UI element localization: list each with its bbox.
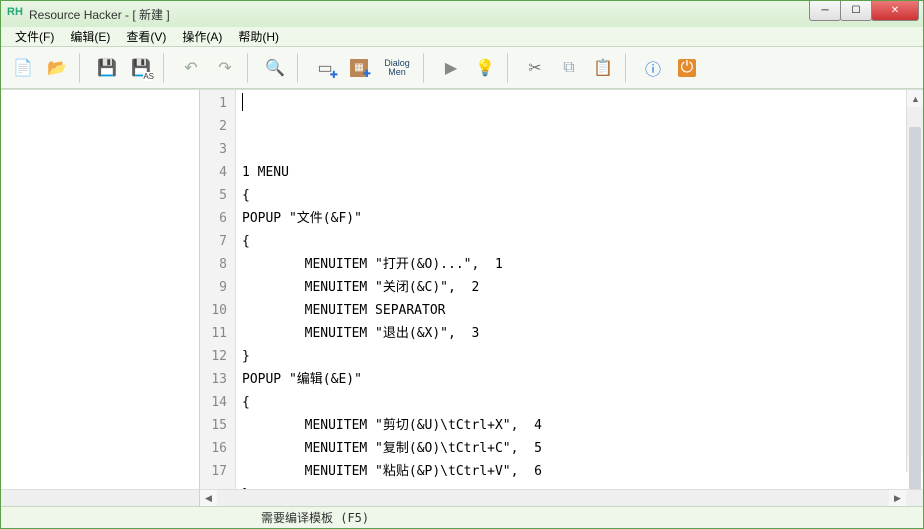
- floppy-as-icon: 💾AS: [130, 57, 152, 79]
- separator-icon: [247, 53, 255, 83]
- bulb-icon: 💡: [474, 57, 496, 79]
- toolbar-find[interactable]: 🔍: [259, 52, 291, 84]
- menu-view[interactable]: 查看(V): [118, 26, 174, 47]
- code-line[interactable]: MENUITEM "打开(&O)...", 1: [242, 253, 917, 276]
- toolbar-tip[interactable]: 💡: [469, 52, 501, 84]
- code-line[interactable]: {: [242, 391, 917, 414]
- copy-icon: ⧉: [558, 57, 580, 79]
- menu-bar: 文件(F) 编辑(E) 查看(V) 操作(A) 帮助(H): [1, 27, 923, 47]
- minimize-button[interactable]: ─: [809, 1, 841, 21]
- toolbar-play[interactable]: ▶: [435, 52, 467, 84]
- file-icon: 📄: [12, 57, 34, 79]
- status-text: 需要编译模板 (F5): [261, 509, 369, 526]
- horizontal-scrollbar-row: ◀ ▶: [1, 489, 923, 506]
- separator-icon: [297, 53, 305, 83]
- floppy-icon: 💾: [96, 57, 118, 79]
- code-line[interactable]: }: [242, 345, 917, 368]
- toolbar-dialog-menu[interactable]: Dialog Men: [377, 52, 417, 84]
- toolbar-save-as[interactable]: 💾AS: [125, 52, 157, 84]
- separator-icon: [507, 53, 515, 83]
- info-icon: ⓘ: [642, 57, 664, 79]
- code-line[interactable]: 1 MENU: [242, 161, 917, 184]
- menu-file[interactable]: 文件(F): [7, 26, 62, 47]
- scrollbar-spacer: [1, 490, 200, 506]
- scroll-left-icon[interactable]: ◀: [200, 490, 217, 507]
- scissors-icon: ✂: [524, 57, 546, 79]
- window-controls: ─ ☐ ✕: [810, 1, 919, 21]
- toolbar-copy[interactable]: ⧉: [553, 52, 585, 84]
- add-bin-icon: ▦✚: [350, 59, 368, 77]
- toolbar-info[interactable]: ⓘ: [637, 52, 669, 84]
- code-line[interactable]: {: [242, 184, 917, 207]
- separator-icon: [423, 53, 431, 83]
- separator-icon: [163, 53, 171, 83]
- code-line[interactable]: MENUITEM "退出(&X)", 3: [242, 322, 917, 345]
- maximize-button[interactable]: ☐: [840, 1, 872, 21]
- toolbar-save[interactable]: 💾: [91, 52, 123, 84]
- toolbar: 📄 📂 💾 💾AS ↶ ↷ 🔍 ▭✚ ▦✚ Dialog Men ▶ 💡 ✂ ⧉…: [1, 47, 923, 89]
- app-icon: RH: [7, 6, 23, 22]
- close-button[interactable]: ✕: [871, 1, 919, 21]
- redo-icon: ↷: [214, 57, 236, 79]
- toolbar-paste[interactable]: 📋: [587, 52, 619, 84]
- add-doc-icon: ▭✚: [314, 57, 336, 79]
- code-line[interactable]: MENUITEM SEPARATOR: [242, 299, 917, 322]
- code-editor[interactable]: 1 MENU{POPUP "文件(&F)"{ MENUITEM "打开(&O).…: [236, 90, 923, 489]
- code-line[interactable]: }: [242, 483, 917, 489]
- code-line[interactable]: MENUITEM "剪切(&U)\tCtrl+X", 4: [242, 414, 917, 437]
- clipboard-icon: 📋: [592, 57, 614, 79]
- text-cursor: [242, 93, 243, 111]
- toolbar-open[interactable]: 📂: [41, 52, 73, 84]
- code-line[interactable]: POPUP "编辑(&E)": [242, 368, 917, 391]
- app-window: RH Resource Hacker - [ 新建 ] ─ ☐ ✕ 文件(F) …: [0, 0, 924, 529]
- toolbar-undo[interactable]: ↶: [175, 52, 207, 84]
- code-line[interactable]: POPUP "文件(&F)": [242, 207, 917, 230]
- code-line[interactable]: MENUITEM "关闭(&C)", 2: [242, 276, 917, 299]
- play-icon: ▶: [440, 57, 462, 79]
- toolbar-redo[interactable]: ↷: [209, 52, 241, 84]
- code-line[interactable]: {: [242, 230, 917, 253]
- code-line[interactable]: MENUITEM "粘贴(&P)\tCtrl+V", 6: [242, 460, 917, 483]
- toolbar-stop[interactable]: ⏻: [671, 52, 703, 84]
- scroll-thumb[interactable]: [909, 127, 921, 489]
- search-icon: 🔍: [264, 57, 286, 79]
- horizontal-scrollbar[interactable]: [217, 490, 889, 506]
- separator-icon: [79, 53, 87, 83]
- toolbar-cut[interactable]: ✂: [519, 52, 551, 84]
- content-area: 1234567891011121314151617 1 MENU{POPUP "…: [1, 89, 923, 489]
- vertical-scrollbar[interactable]: ▲ ▼: [906, 90, 923, 472]
- separator-icon: [625, 53, 633, 83]
- menu-edit[interactable]: 编辑(E): [62, 26, 118, 47]
- power-icon: ⏻: [678, 59, 696, 77]
- folder-open-icon: 📂: [46, 57, 68, 79]
- title-bar[interactable]: RH Resource Hacker - [ 新建 ] ─ ☐ ✕: [1, 1, 923, 27]
- editor: 1234567891011121314151617 1 MENU{POPUP "…: [200, 90, 923, 489]
- toolbar-new[interactable]: 📄: [7, 52, 39, 84]
- scrollbar-corner: [906, 490, 923, 507]
- status-bar: 需要编译模板 (F5): [1, 506, 923, 528]
- window-title: Resource Hacker - [ 新建 ]: [29, 6, 170, 23]
- scroll-up-icon[interactable]: ▲: [907, 90, 923, 107]
- menu-action[interactable]: 操作(A): [174, 26, 230, 47]
- toolbar-add-resource[interactable]: ▭✚: [309, 52, 341, 84]
- undo-icon: ↶: [180, 57, 202, 79]
- dialog-menu-label: Dialog Men: [384, 59, 410, 77]
- menu-help[interactable]: 帮助(H): [230, 26, 287, 47]
- toolbar-add-binary[interactable]: ▦✚: [343, 52, 375, 84]
- scroll-right-icon[interactable]: ▶: [889, 490, 906, 507]
- resource-tree[interactable]: [1, 90, 200, 489]
- line-gutter: 1234567891011121314151617: [200, 90, 236, 489]
- code-line[interactable]: MENUITEM "复制(&O)\tCtrl+C", 5: [242, 437, 917, 460]
